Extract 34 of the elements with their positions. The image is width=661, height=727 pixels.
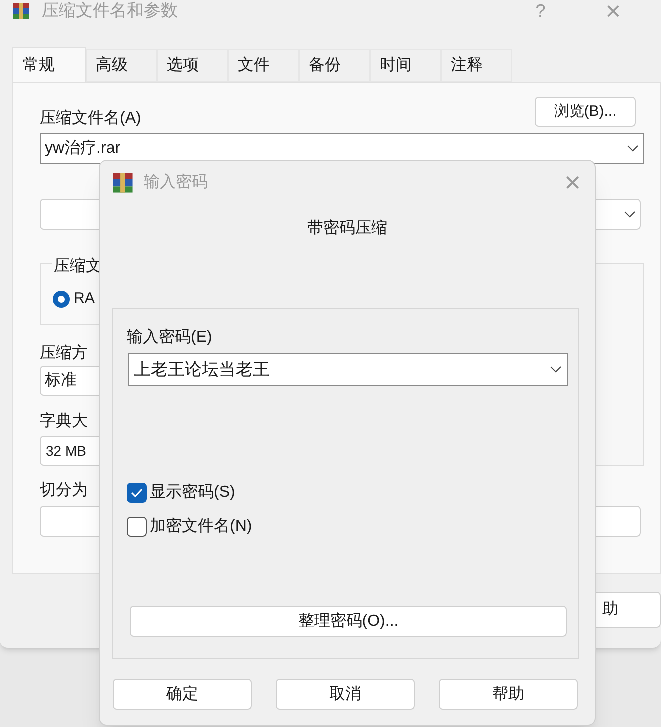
chevron-down-icon (550, 366, 562, 374)
browse-button[interactable]: 浏览(B)... (535, 97, 636, 127)
checkbox[interactable] (127, 483, 147, 503)
dialog-button[interactable]: 取消 (276, 679, 415, 710)
archive-name-label: 压缩文件名(A) (40, 108, 142, 129)
dictionary-label: 字典大 (40, 412, 88, 432)
chevron-down-icon (624, 210, 636, 218)
dialog-button[interactable]: 确定 (113, 679, 252, 710)
checkbox[interactable] (127, 517, 147, 537)
tab[interactable]: 高级 (86, 49, 157, 82)
dialog-heading: 带密码压缩 (308, 218, 388, 239)
checkbox-label: 加密文件名(N) (150, 516, 252, 537)
password-field[interactable]: 上老王论坛当老王 (128, 353, 568, 386)
tab[interactable]: 选项 (157, 49, 228, 82)
archive-name-field[interactable]: yw治疗.rar (40, 133, 644, 164)
tab[interactable]: 备份 (299, 49, 370, 82)
archive-icon (112, 172, 134, 194)
password-label: 输入密码(E) (127, 328, 212, 348)
dialog-title: 输入密码 (144, 172, 208, 193)
window-title: 压缩文件名和参数 (42, 0, 178, 22)
tab[interactable]: 文件 (228, 49, 299, 82)
tab[interactable]: 时间 (370, 49, 441, 82)
method-label: 压缩方 (40, 344, 88, 364)
radio-button[interactable] (53, 290, 70, 308)
check-icon (131, 488, 143, 498)
split-label: 切分为 (40, 480, 88, 501)
archive-icon (12, 2, 30, 20)
checkbox-label: 显示密码(S) (150, 482, 236, 503)
tab[interactable]: 常规 (12, 47, 86, 83)
chevron-down-icon (627, 144, 639, 152)
organize-passwords-button[interactable]: 整理密码(O)... (130, 606, 567, 637)
radio-label: RA (74, 289, 95, 309)
tab[interactable]: 注释 (441, 49, 512, 82)
dialog-button[interactable]: 帮助 (439, 679, 578, 710)
